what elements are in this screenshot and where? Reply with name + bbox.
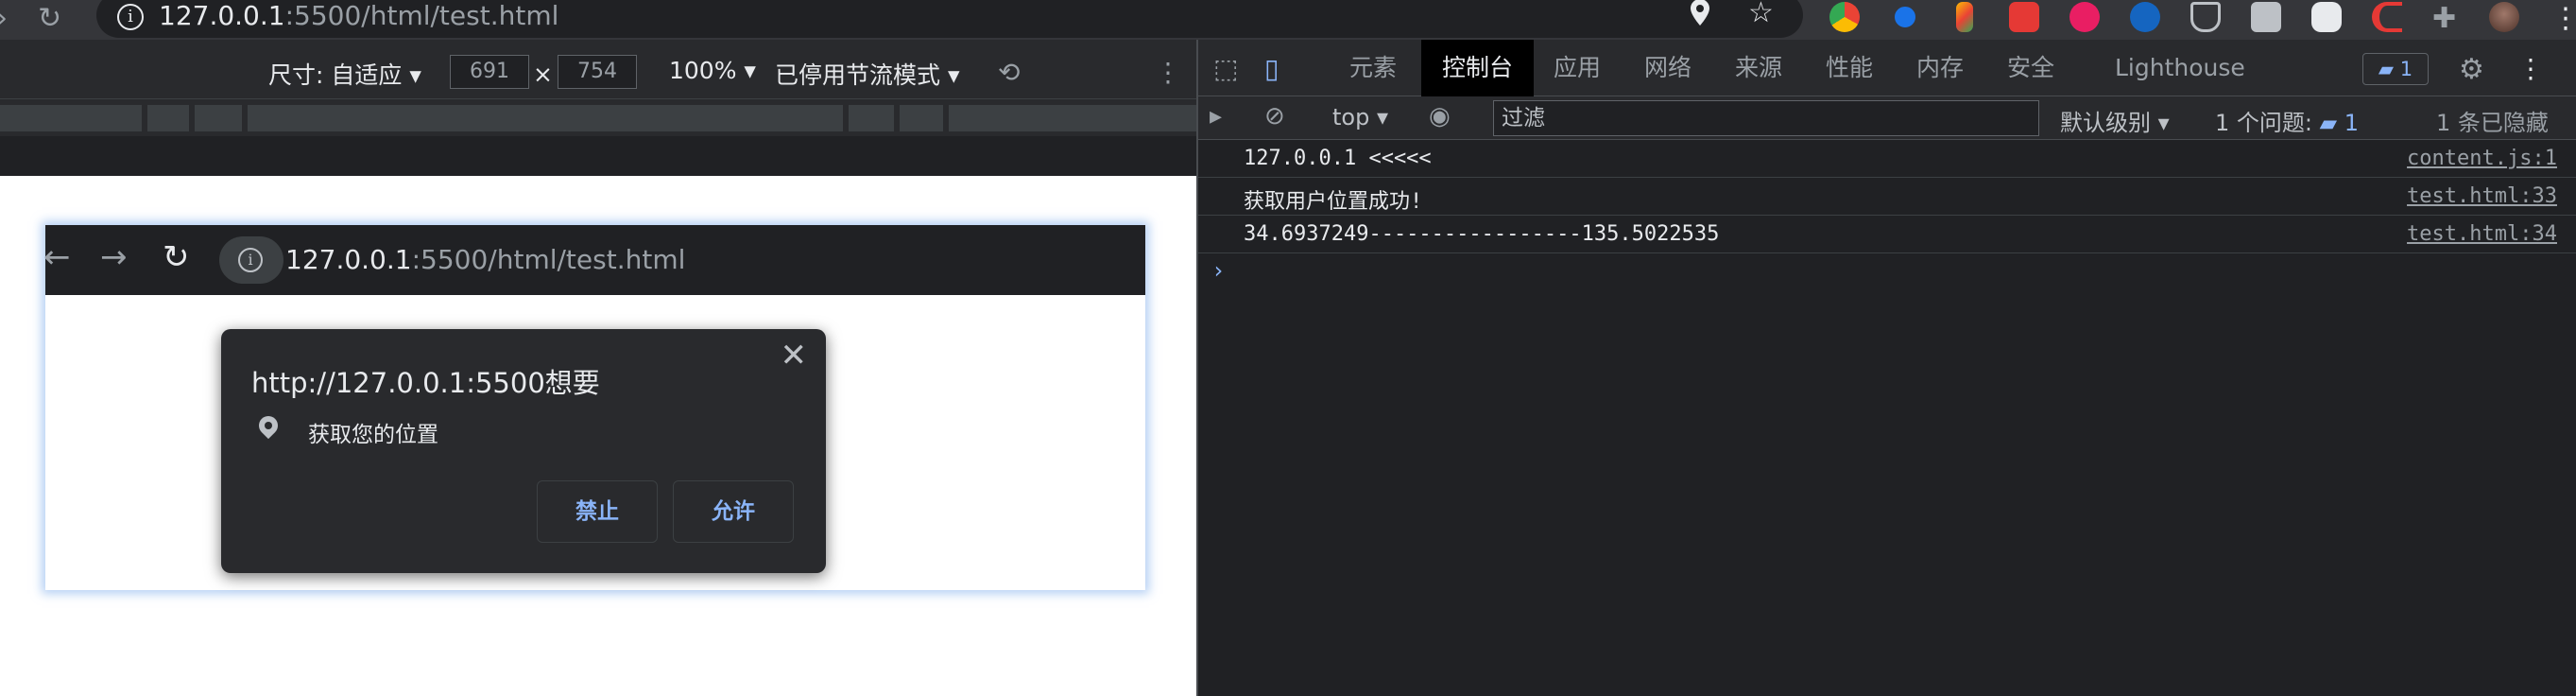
media-query-segment[interactable] (949, 105, 1196, 131)
extension-c-icon[interactable] (2372, 2, 2402, 32)
info-icon: i (238, 248, 263, 272)
context-selector[interactable]: top ▾ (1332, 104, 1388, 130)
hidden-messages-count: 1 条已隐藏 (2436, 110, 2549, 136)
media-query-bar (0, 98, 1196, 136)
tab-sources[interactable]: 来源 (1726, 40, 1792, 96)
filter-input[interactable]: 过滤 (1493, 100, 2039, 136)
extension-pocket-icon[interactable] (2190, 2, 2221, 32)
width-input[interactable]: 691 (450, 55, 529, 89)
permission-request: 获取您的位置 (308, 423, 438, 447)
device-toggle-icon[interactable]: ▯ (1264, 53, 1279, 84)
reload-icon[interactable]: ↻ (38, 2, 61, 35)
console-source-link[interactable]: content.js:1 (2407, 147, 2557, 170)
devtools-menu-icon[interactable]: ⋮ (2517, 53, 2544, 84)
tab-console[interactable]: 控制台 (1421, 40, 1535, 96)
tab-memory[interactable]: 内存 (1907, 40, 1973, 96)
site-info-button[interactable]: i (219, 236, 283, 284)
devtools-tab-bar: ⬚ ▯ 元素 控制台 应用 网络 来源 性能 内存 安全 Lighthouse … (1198, 40, 2576, 96)
rotate-icon[interactable]: ⟲ (998, 57, 1020, 88)
emulated-url[interactable]: 127.0.0.1:5500/html/test.html (285, 244, 685, 275)
tab-elements[interactable]: 元素 (1340, 40, 1406, 96)
address-bar[interactable]: i 127.0.0.1:5500/html/test.html ☆ (96, 0, 1803, 38)
zoom-dropdown[interactable]: 100% ▾ (669, 57, 756, 84)
device-toolbar: 尺寸: 自适应 ▾ 691 × 754 100% ▾ 已停用节流模式 ▾ ⟲ ⋮ (0, 40, 1196, 98)
extension-camera-icon[interactable] (2251, 2, 2281, 32)
issues-counter[interactable]: 1 个问题: ▰ 1 (2215, 104, 2359, 137)
permission-title: http://127.0.0.1:5500想要 (251, 367, 600, 399)
address-url[interactable]: 127.0.0.1:5500/html/test.html (159, 0, 558, 31)
console-message: 获取用户位置成功! test.html:33 (1198, 178, 2576, 216)
block-button[interactable]: 禁止 (537, 480, 658, 543)
browser-toolbar: › ↻ i 127.0.0.1:5500/html/test.html ☆ ✚ … (0, 0, 2576, 40)
tab-lighthouse[interactable]: Lighthouse (2105, 40, 2255, 96)
extension-glasses-icon[interactable] (2311, 2, 2342, 32)
extension-blue-dot-icon[interactable] (1890, 2, 1920, 32)
extensions-puzzle-icon[interactable]: ✚ (2432, 2, 2456, 35)
inspect-element-icon[interactable]: ⬚ (1213, 53, 1238, 84)
device-options-icon[interactable]: ⋮ (1155, 57, 1181, 88)
location-pin-icon (254, 411, 283, 440)
extension-pink-icon[interactable] (2069, 2, 2100, 32)
tab-application[interactable]: 应用 (1544, 40, 1610, 96)
media-query-segment[interactable] (195, 105, 242, 131)
console-message-text: 获取用户位置成功! (1244, 190, 1423, 214)
forward-icon[interactable]: › (0, 2, 8, 35)
height-input[interactable]: 754 (558, 55, 637, 89)
extension-edge-icon[interactable] (2130, 2, 2160, 32)
extension-red-gear-icon[interactable] (2009, 2, 2039, 32)
tab-performance[interactable]: 性能 (1816, 40, 1882, 96)
media-query-segment[interactable] (147, 105, 189, 131)
times-sign: × (533, 61, 553, 88)
console-message: 34.6937249-----------------135.5022535 t… (1198, 216, 2576, 253)
prompt-caret-icon: › (1211, 257, 1226, 284)
emulation-backdrop (0, 136, 1196, 176)
bookmark-star-icon[interactable]: ☆ (1748, 0, 1774, 29)
sidebar-toggle-icon[interactable]: ▸ (1210, 102, 1222, 130)
console-messages: 127.0.0.1 <<<<< content.js:1 获取用户位置成功! t… (1198, 140, 2576, 291)
forward-arrow-icon[interactable]: → (100, 238, 128, 276)
site-info-icon[interactable]: i (117, 4, 144, 30)
console-prompt[interactable]: › (1198, 253, 2576, 291)
extension-colorful-icon[interactable] (1956, 2, 1973, 32)
console-message-text: 127.0.0.1 <<<<< (1244, 147, 1432, 170)
log-level-dropdown[interactable]: 默认级别 ▾ (2060, 104, 2170, 137)
settings-gear-icon[interactable]: ⚙ (2459, 53, 2484, 86)
tab-security[interactable]: 安全 (1998, 40, 2064, 96)
extension-chrome-icon[interactable] (1829, 2, 1860, 32)
console-message: 127.0.0.1 <<<<< content.js:1 (1198, 140, 2576, 178)
location-permission-popup: ✕ http://127.0.0.1:5500想要 获取您的位置 禁止 允许 (221, 329, 826, 573)
console-source-link[interactable]: test.html:33 (2407, 184, 2557, 208)
media-query-segment[interactable] (849, 105, 894, 131)
console-message-text: 34.6937249-----------------135.5022535 (1244, 222, 1720, 246)
clear-console-icon[interactable]: ⊘ (1264, 102, 1285, 130)
devtools-panel: ⬚ ▯ 元素 控制台 应用 网络 来源 性能 内存 安全 Lighthouse … (1198, 40, 2576, 696)
device-emulation-pane: 尺寸: 自适应 ▾ 691 × 754 100% ▾ 已停用节流模式 ▾ ⟲ ⋮… (0, 40, 1196, 696)
reload-icon[interactable]: ↻ (163, 238, 190, 276)
allow-button[interactable]: 允许 (673, 480, 794, 543)
media-query-segment[interactable] (248, 105, 843, 131)
close-icon[interactable]: ✕ (781, 337, 808, 374)
live-expression-eye-icon[interactable]: ◉ (1429, 102, 1451, 130)
media-query-segment[interactable] (900, 105, 943, 131)
tab-network[interactable]: 网络 (1635, 40, 1701, 96)
media-query-segment[interactable] (0, 105, 142, 131)
console-source-link[interactable]: test.html:34 (2407, 222, 2557, 246)
location-icon[interactable] (1690, 0, 1710, 34)
back-arrow-icon[interactable]: ← (43, 238, 71, 276)
issues-badge[interactable]: ▰ 1 (2362, 53, 2429, 85)
console-filter-bar: ▸ ⊘ top ▾ ◉ 过滤 默认级别 ▾ 1 个问题: ▰ 1 1 条已隐藏 (1198, 96, 2576, 140)
dimensions-dropdown[interactable]: 尺寸: 自适应 ▾ (268, 57, 421, 91)
throttle-dropdown[interactable]: 已停用节流模式 ▾ (775, 57, 960, 91)
emulated-address-bar: ← → ↻ i 127.0.0.1:5500/html/test.html (43, 225, 1145, 295)
browser-menu-icon[interactable]: ⋮ (2551, 2, 2576, 35)
avatar[interactable] (2489, 2, 2519, 32)
